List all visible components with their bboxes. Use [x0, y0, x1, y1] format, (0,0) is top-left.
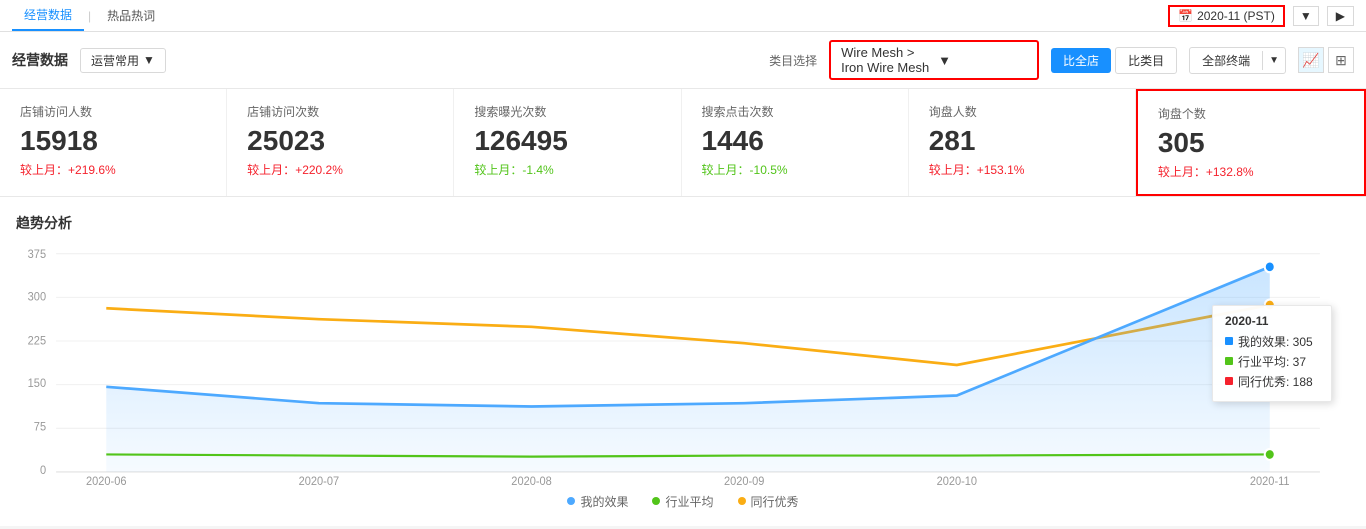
svg-text:2020-11: 2020-11 [1250, 475, 1290, 484]
terminal-arrow-icon: ▼ [1262, 51, 1285, 70]
svg-text:375: 375 [28, 249, 46, 261]
operation-dropdown[interactable]: 运营常用 ▼ [80, 48, 166, 73]
metric-change-2: 较上月：-1.4% [474, 161, 660, 178]
svg-text:300: 300 [28, 291, 46, 303]
metric-value-0: 15918 [20, 126, 206, 157]
view-icons: 📈 ⊞ [1298, 47, 1354, 73]
metric-label-5: 询盘个数 [1158, 105, 1344, 122]
svg-text:2020-07: 2020-07 [299, 475, 339, 484]
top-nav-right: 📅 2020-11 (PST) ▼ ▶ [1168, 5, 1354, 27]
legend-dot-industry [652, 497, 660, 505]
nav-expand-btn[interactable]: ▶ [1327, 6, 1354, 26]
section-title: 经营数据 [12, 50, 68, 70]
metric-change-0: 较上月：+219.6% [20, 161, 206, 178]
svg-text:2020-06: 2020-06 [86, 475, 126, 484]
metric-card-2: 搜索曝光次数 126495 较上月：-1.4% [454, 89, 681, 196]
metric-value-4: 281 [929, 126, 1115, 157]
terminal-selector[interactable]: 全部终端 ▼ [1189, 47, 1286, 74]
svg-text:2020-10: 2020-10 [937, 475, 977, 484]
compare-btn-group: 比全店 比类目 [1051, 47, 1177, 74]
compare-all-btn[interactable]: 比全店 [1051, 48, 1111, 73]
chart-title: 趋势分析 [16, 213, 1350, 233]
date-selector[interactable]: 📅 2020-11 (PST) [1168, 5, 1285, 27]
metric-value-1: 25023 [247, 126, 433, 157]
metric-label-1: 店铺访问次数 [247, 103, 433, 120]
metric-change-5: 较上月：+132.8% [1158, 163, 1344, 180]
metric-label-4: 询盘人数 [929, 103, 1115, 120]
chart-section: 趋势分析 375 300 225 150 75 0 2020-06 2020-0… [0, 197, 1366, 526]
legend-label-1: 行业平均 [665, 493, 713, 510]
tooltip-label-0: 我的效果: 305 [1238, 333, 1313, 350]
legend-dot-myeffect [567, 497, 575, 505]
tooltip-dot-myeffect [1225, 337, 1233, 345]
main-header: 经营数据 运营常用 ▼ 类目选择 Wire Mesh > Iron Wire M… [0, 32, 1366, 89]
svg-text:75: 75 [34, 421, 46, 433]
tooltip-row-2: 同行优秀: 188 [1225, 373, 1319, 390]
metric-value-2: 126495 [474, 126, 660, 157]
tooltip-label-2: 同行优秀: 188 [1238, 373, 1313, 390]
metric-value-5: 305 [1158, 128, 1344, 159]
legend-item-2: 同行优秀 [738, 493, 799, 510]
metric-change-4: 较上月：+153.1% [929, 161, 1115, 178]
nav-item-repinreci[interactable]: 热品热词 [95, 0, 167, 31]
metric-change-3: 较上月：-10.5% [702, 161, 888, 178]
metric-card-0: 店铺访问人数 15918 较上月：+219.6% [0, 89, 227, 196]
svg-text:225: 225 [28, 335, 46, 347]
metric-label-2: 搜索曝光次数 [474, 103, 660, 120]
tooltip-date: 2020-11 [1225, 314, 1319, 328]
tooltip-dot-industry [1225, 357, 1233, 365]
category-label: 类目选择 [769, 52, 817, 69]
svg-text:2020-08: 2020-08 [511, 475, 551, 484]
metric-card-5: 询盘个数 305 较上月：+132.8% [1136, 89, 1366, 196]
legend-dot-peer [738, 497, 746, 505]
category-dropdown-icon: ▼ [938, 53, 1027, 68]
dropdown-arrow-icon: ▼ [143, 53, 155, 67]
metric-label-0: 店铺访问人数 [20, 103, 206, 120]
date-dropdown-arrow[interactable]: ▼ [1293, 6, 1319, 26]
table-view-icon[interactable]: ⊞ [1328, 47, 1354, 73]
metric-card-1: 店铺访问次数 25023 较上月：+220.2% [227, 89, 454, 196]
metric-label-3: 搜索点击次数 [702, 103, 888, 120]
category-value: Wire Mesh > Iron Wire Mesh [841, 45, 930, 75]
chart-legend: 我的效果 行业平均 同行优秀 [16, 493, 1350, 510]
svg-text:0: 0 [40, 465, 46, 477]
compare-category-btn[interactable]: 比类目 [1115, 47, 1177, 74]
nav-item-jingying[interactable]: 经营数据 [12, 0, 84, 31]
tooltip-row-1: 行业平均: 37 [1225, 353, 1319, 370]
category-selector[interactable]: Wire Mesh > Iron Wire Mesh ▼ [829, 40, 1039, 80]
metric-change-1: 较上月：+220.2% [247, 161, 433, 178]
trend-chart: 375 300 225 150 75 0 2020-06 2020-07 202… [16, 245, 1350, 485]
chart-container: 375 300 225 150 75 0 2020-06 2020-07 202… [16, 245, 1350, 485]
metric-value-3: 1446 [702, 126, 888, 157]
tooltip-label-1: 行业平均: 37 [1238, 353, 1306, 370]
chart-tooltip: 2020-11 我的效果: 305 行业平均: 37 同行优秀: 188 [1212, 305, 1332, 402]
legend-label-2: 同行优秀 [751, 493, 799, 510]
metric-card-4: 询盘人数 281 较上月：+153.1% [909, 89, 1136, 196]
legend-item-0: 我的效果 [567, 493, 628, 510]
tooltip-row-0: 我的效果: 305 [1225, 333, 1319, 350]
legend-item-1: 行业平均 [652, 493, 713, 510]
top-nav: 经营数据 | 热品热词 📅 2020-11 (PST) ▼ ▶ [0, 0, 1366, 32]
metrics-row: 店铺访问人数 15918 较上月：+219.6% 店铺访问次数 25023 较上… [0, 89, 1366, 197]
line-chart-view-icon[interactable]: 📈 [1298, 47, 1324, 73]
svg-text:2020-09: 2020-09 [724, 475, 764, 484]
tooltip-dot-peer [1225, 377, 1233, 385]
calendar-icon: 📅 [1178, 9, 1193, 23]
metric-card-3: 搜索点击次数 1446 较上月：-10.5% [682, 89, 909, 196]
legend-label-0: 我的效果 [580, 493, 628, 510]
date-selector-label: 2020-11 (PST) [1197, 9, 1275, 23]
svg-text:150: 150 [28, 377, 46, 389]
